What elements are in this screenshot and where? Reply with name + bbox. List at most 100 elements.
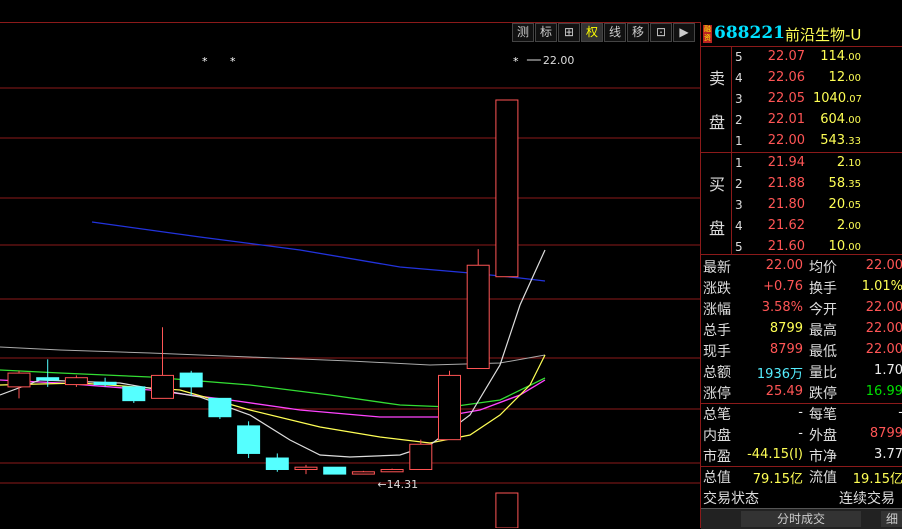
toolbar-button-6[interactable]: ⊡: [650, 23, 672, 42]
volume: 604.00: [820, 112, 861, 127]
stat-label-2: 今开: [809, 302, 837, 318]
sell-order-row[interactable]: 1 22.00 543.33: [733, 131, 902, 152]
stat-row: 涨停 25.49 跌停 16.99: [701, 382, 902, 403]
stat-value-2: 22.00: [865, 321, 902, 336]
toolbar-button-0[interactable]: 测: [512, 23, 534, 42]
buy-label-char-2: 盘: [709, 219, 726, 238]
stat-row: 总手 8799 最高 22.00: [701, 319, 902, 340]
stat-label: 总笔: [703, 407, 731, 423]
ma-green-line: [0, 369, 546, 408]
price: 21.62: [767, 218, 805, 233]
candle-body: [93, 381, 117, 386]
low-label: ←14.31: [377, 478, 418, 491]
price: 21.60: [767, 239, 805, 254]
stat-value-2: 22.00: [865, 258, 902, 273]
stat-label: 总值: [703, 470, 731, 486]
stat-value-2: 8799: [869, 426, 902, 441]
level: 1: [735, 156, 743, 170]
stat-value-2: 3.77: [874, 447, 902, 462]
toolbar-button-7[interactable]: ▶: [673, 23, 695, 42]
stat-row: 交易状态 连续交易: [701, 487, 902, 508]
candle-body: [265, 457, 289, 470]
toolbar-button-1[interactable]: 标: [535, 23, 557, 42]
stat-value: -: [798, 405, 803, 420]
candle-body: [323, 466, 347, 475]
stats-sep-2: [701, 466, 902, 467]
stat-label: 涨停: [703, 386, 731, 402]
stat-label-2: 跌停: [809, 386, 837, 402]
stat-label: 总手: [703, 323, 731, 339]
volume: 58.35: [828, 176, 861, 191]
stat-label: 总额: [703, 365, 731, 381]
toolbar-button-3[interactable]: 权: [581, 23, 603, 42]
stat-value: 8799: [769, 342, 803, 357]
volume: 543.33: [820, 133, 861, 148]
candle-body: [409, 443, 433, 470]
stat-label-2: 流值: [809, 470, 837, 486]
sell-book: 卖 盘 5 22.07 114.00 4 22.06 12.00 3 22.05 1040.07…: [701, 47, 902, 153]
toolbar-button-5[interactable]: 移: [627, 23, 649, 42]
stat-value: 1936万: [756, 367, 803, 382]
stat-row: 总额 1936万 量比 1.70: [701, 361, 902, 382]
stat-row: 涨幅 3.58% 今开 22.00: [701, 298, 902, 319]
stat-value-2: 1.70: [874, 363, 902, 378]
toolbar-button-4[interactable]: 线: [604, 23, 626, 42]
stat-value-2: 19.15亿: [852, 472, 902, 487]
buy-label-char-1: 买: [709, 175, 726, 194]
candle-body: [122, 386, 146, 402]
stat-value-2: -: [841, 405, 902, 420]
sell-order-row[interactable]: 5 22.07 114.00: [733, 47, 902, 68]
stat-value: 25.49: [765, 384, 803, 399]
stat-label: 涨幅: [703, 302, 731, 318]
candle-body: [179, 372, 203, 388]
sell-order-row[interactable]: 2 22.01 604.00: [733, 110, 902, 131]
chart-toolbar: 测标 ⊞ 权线移 ⊡ ▶: [512, 23, 696, 43]
level: 5: [735, 50, 743, 64]
buy-order-row[interactable]: 3 21.80 20.05: [733, 195, 902, 216]
buy-order-row[interactable]: 1 21.94 2.10: [733, 153, 902, 174]
price: 21.80: [767, 197, 805, 212]
volume: 2.00: [836, 218, 861, 233]
ma-white-line: [0, 249, 546, 458]
tab-detail[interactable]: 细: [881, 511, 902, 527]
ma-yellow-line: [0, 354, 546, 444]
price: 22.00: [767, 133, 805, 148]
stat-row: 市盈 -44.15(Ⅰ) 市净 3.77: [701, 445, 902, 466]
candle-body: [64, 377, 88, 386]
buy-book: 买 盘 1 21.94 2.10 2 21.88 58.35 3 21.80 20.05 4 21.…: [701, 153, 902, 255]
stat-label: 最新: [703, 260, 731, 276]
price: 22.07: [767, 49, 805, 64]
stats-sep-1: [701, 403, 902, 404]
candle-body: [208, 397, 232, 418]
candle-body: [380, 468, 404, 473]
stat-label: 涨跌: [703, 281, 731, 297]
tab-ticks[interactable]: 分时成交: [741, 511, 861, 527]
level: 1: [735, 134, 743, 148]
toolbar-button-2[interactable]: ⊞: [558, 23, 580, 42]
stat-value: 8799: [769, 321, 803, 336]
candle-body: [237, 425, 261, 454]
stock-header: 融资 688221 前沿生物-U: [701, 22, 902, 47]
stock-name[interactable]: 前沿生物-U: [785, 24, 861, 45]
level: 3: [735, 92, 743, 106]
kline-chart[interactable]: 22.00 ←14.31 * * *: [0, 45, 700, 528]
volume: 1040.07: [813, 91, 862, 106]
buy-order-row[interactable]: 2 21.88 58.35: [733, 174, 902, 195]
buy-order-row[interactable]: 4 21.62 2.00: [733, 216, 902, 237]
volume: 20.05: [828, 197, 861, 212]
stat-value: +0.76: [763, 279, 803, 294]
level: 5: [735, 240, 743, 254]
sell-order-row[interactable]: 4 22.06 12.00: [733, 68, 902, 89]
volume: 10.00: [828, 239, 861, 254]
stat-value: 79.15亿: [752, 472, 803, 487]
level: 3: [735, 198, 743, 212]
sell-order-row[interactable]: 3 22.05 1040.07: [733, 89, 902, 110]
event-marker-icon: *: [230, 55, 236, 68]
price: 22.05: [767, 91, 805, 106]
buy-order-row[interactable]: 5 21.60 10.00: [733, 237, 902, 258]
stock-code[interactable]: 688221: [714, 23, 785, 43]
candle-body: [7, 372, 31, 388]
stat-value-2: 22.00: [865, 300, 902, 315]
event-marker-icon: *: [513, 55, 519, 68]
stat-label-2: 均价: [809, 260, 837, 276]
